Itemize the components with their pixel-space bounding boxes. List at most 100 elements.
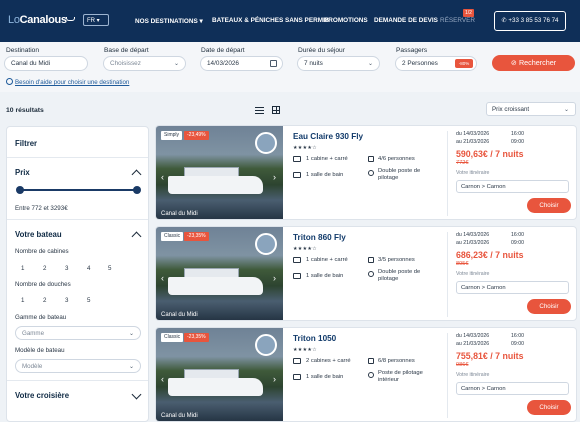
showers-option[interactable]: 5	[87, 297, 90, 304]
nav-destinations[interactable]: NOS DESTINATIONS ▾	[135, 17, 203, 25]
chevron-up-icon[interactable]	[131, 169, 142, 180]
prev-photo-icon[interactable]: ‹	[161, 374, 164, 384]
cabins-option[interactable]: 3	[65, 265, 68, 272]
cabins-text: 2 cabines + carré	[306, 358, 351, 364]
date-field[interactable]: 14/03/2026	[200, 56, 283, 71]
language-selector[interactable]: FR ▾	[83, 14, 109, 26]
baths-text: 1 salle de bain	[306, 273, 344, 279]
itinerary-label: Votre itinéraire	[456, 271, 490, 277]
chevron-down-icon[interactable]	[131, 389, 142, 400]
next-photo-icon[interactable]: ›	[273, 273, 276, 283]
prev-photo-icon[interactable]: ‹	[161, 172, 164, 182]
boat-name[interactable]: Eau Claire 930 Fly	[293, 132, 363, 141]
cabins-option[interactable]: 5	[108, 265, 111, 272]
nav-promotions[interactable]: PROMOTIONS	[324, 17, 368, 24]
bath-icon	[293, 273, 301, 279]
persons-text: 3/5 personnes	[378, 257, 415, 263]
minus-badge[interactable]: -80%	[455, 59, 473, 68]
discount-badge: -23,35%	[184, 333, 209, 342]
cabins-label: Nombre de cabines	[15, 248, 69, 255]
cabins-option[interactable]: 4	[87, 265, 90, 272]
bath-icon	[293, 172, 301, 178]
old-price: 895€	[456, 261, 469, 267]
showers-option[interactable]: 2	[43, 297, 46, 304]
bed-icon	[293, 257, 301, 263]
calendar-icon	[270, 60, 277, 67]
divider	[7, 219, 148, 220]
region-label: Canal du Midi	[161, 211, 198, 217]
chevron-up-icon[interactable]	[131, 231, 142, 242]
showers-option[interactable]: 3	[65, 297, 68, 304]
divider	[447, 232, 448, 317]
filter-title: Filtrer	[15, 139, 38, 148]
choose-button[interactable]: Choisir	[527, 299, 571, 314]
help-link[interactable]: Besoin d'aide pour choisir une destinati…	[6, 78, 129, 86]
boat-name[interactable]: Triton 860 Fly	[293, 233, 346, 242]
sort-select[interactable]: Prix croissant ⌄	[486, 102, 576, 116]
old-price: 986€	[456, 362, 469, 368]
showers-option[interactable]: 1	[21, 297, 24, 304]
nav-quote[interactable]: DEMANDE DE DEVIS	[374, 17, 438, 24]
itinerary-select[interactable]: Carnon > Carnon	[456, 382, 569, 395]
baths-text: 1 salle de bain	[306, 374, 344, 380]
prev-photo-icon[interactable]: ‹	[161, 273, 164, 283]
choose-button[interactable]: Choisir	[527, 400, 571, 415]
nav-reserve[interactable]: RÉSERVER	[440, 17, 475, 24]
award-icon	[255, 334, 277, 356]
price: 755,81€ / 7 nuits	[456, 351, 524, 361]
price-title[interactable]: Prix	[15, 168, 30, 177]
model-select[interactable]: Modèle ⌄	[15, 359, 141, 373]
old-price: 772€	[456, 160, 469, 166]
top-header: LoCanalous FR ▾ NOS DESTINATIONS ▾ BATEA…	[0, 0, 580, 42]
boat-logo-icon	[66, 17, 75, 21]
slider-max-handle[interactable]	[133, 186, 141, 194]
boat-title[interactable]: Votre bateau	[15, 230, 62, 239]
boat-card[interactable]: Classic -23,35% ‹ › Canal du Midi Triton…	[155, 226, 577, 321]
bath-icon	[293, 374, 301, 380]
cabins-option[interactable]: 1	[21, 265, 24, 272]
boat-card[interactable]: Simply -23,49% ‹ › Canal du Midi Eau Cla…	[155, 125, 577, 220]
range-select[interactable]: Gamme ⌄	[15, 326, 141, 340]
brand-logo[interactable]: LoCanalous	[8, 14, 67, 26]
help-icon	[6, 78, 13, 85]
next-photo-icon[interactable]: ›	[273, 172, 276, 182]
boat-photo[interactable]: Simply -23,49% ‹ › Canal du Midi	[156, 126, 283, 219]
range-label: Gamme de bateau	[15, 314, 67, 321]
phone-button[interactable]: ✆ +33 3 85 53 76 74	[494, 11, 566, 31]
people-icon	[368, 257, 374, 263]
choose-button[interactable]: Choisir	[527, 198, 571, 213]
itinerary-select[interactable]: Carnon > Carnon	[456, 180, 569, 193]
boat-card[interactable]: Classic -23,35% ‹ › Canal du Midi Triton…	[155, 327, 577, 422]
slider-min-handle[interactable]	[16, 186, 24, 194]
chevron-down-icon: ⌄	[128, 364, 134, 370]
itinerary-select[interactable]: Carnon > Carnon	[456, 281, 569, 294]
price-slider[interactable]	[19, 189, 137, 191]
base-select[interactable]: Choisissez ⌄	[103, 56, 186, 71]
time-start: 16:00	[511, 333, 524, 339]
boat-photo[interactable]: Classic -23,35% ‹ › Canal du Midi	[156, 328, 283, 421]
people-icon	[368, 156, 374, 162]
cabins-option[interactable]: 2	[43, 265, 46, 272]
label-destination: Destination	[6, 47, 39, 54]
destination-field[interactable]: Canal du Midi	[4, 56, 88, 71]
itinerary-label: Votre itinéraire	[456, 372, 490, 378]
boat-hull-shape	[168, 176, 263, 194]
next-photo-icon[interactable]: ›	[273, 374, 276, 384]
filter-panel: Filtrer Prix Entre 772 et 3293€ Votre ba…	[6, 126, 149, 422]
list-view-icon[interactable]	[255, 105, 264, 114]
date-end: au 21/03/2026	[456, 139, 490, 145]
itinerary-label: Votre itinéraire	[456, 170, 490, 176]
boat-name[interactable]: Triton 1050	[293, 334, 336, 343]
search-button[interactable]: ⊘ Rechercher	[492, 55, 575, 71]
grid-view-icon[interactable]	[272, 106, 280, 114]
divider	[447, 333, 448, 418]
cruise-title[interactable]: Votre croisière	[15, 391, 69, 400]
boat-hull-shape	[168, 277, 263, 295]
boat-photo[interactable]: Classic -23,35% ‹ › Canal du Midi	[156, 227, 283, 320]
cabins-text: 1 cabine + carré	[306, 257, 348, 263]
nav-boats[interactable]: BATEAUX & PÉNICHES SANS PERMIS	[212, 17, 329, 24]
discount-badge: -23,35%	[184, 232, 209, 241]
price: 686,23€ / 7 nuits	[456, 250, 524, 260]
duration-select[interactable]: 7 nuits ⌄	[297, 56, 380, 71]
divider	[7, 380, 148, 381]
